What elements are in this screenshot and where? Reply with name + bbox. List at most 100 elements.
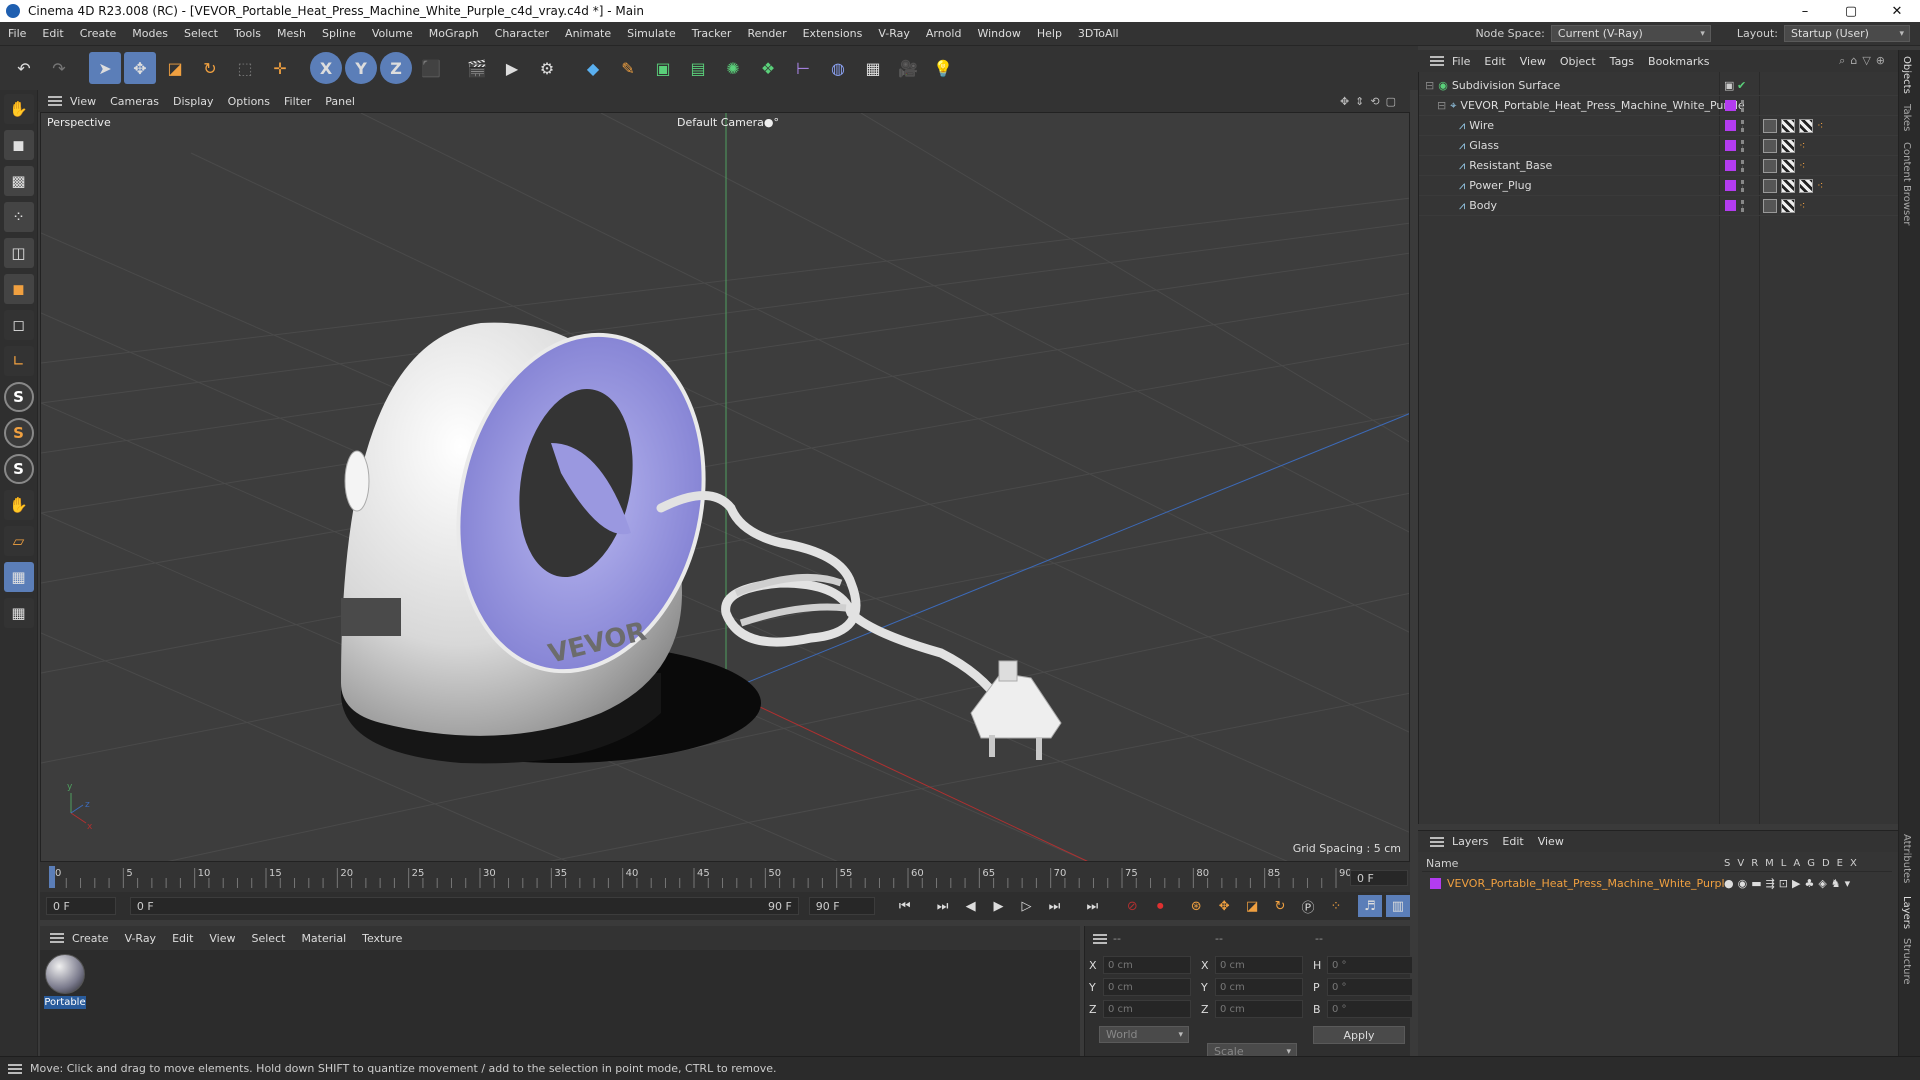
- extrude-generator-icon[interactable]: ▤: [682, 52, 714, 84]
- layer-menu-layers[interactable]: Layers: [1452, 835, 1488, 848]
- next-key-icon[interactable]: ⏭: [1042, 895, 1066, 917]
- autokey-icon[interactable]: ⏺: [1148, 895, 1172, 917]
- object-row-wire[interactable]: ⩘ Wire ⁖: [1419, 116, 1899, 136]
- object-row-glass[interactable]: ⩘ Glass ⁖: [1419, 136, 1899, 156]
- coords-panel-menu-icon[interactable]: [1093, 938, 1107, 940]
- go-to-end-icon[interactable]: ⏭: [1080, 895, 1104, 917]
- tweak-mode-icon[interactable]: ✋: [3, 490, 34, 520]
- material-swatch[interactable]: Portable: [44, 954, 86, 1014]
- vp-menu-panel[interactable]: Panel: [325, 95, 355, 108]
- object-row-body[interactable]: ⩘ Body ⁖: [1419, 196, 1899, 216]
- layer-color-chip[interactable]: [1725, 160, 1736, 171]
- render-settings-icon[interactable]: ⚙: [531, 52, 563, 84]
- uvw-tag-icon[interactable]: ⁖: [1799, 199, 1805, 212]
- checkmark-icon[interactable]: ✔: [1737, 79, 1746, 92]
- size-y-field[interactable]: 0 cm: [1215, 978, 1303, 996]
- object-row-power-plug[interactable]: ⩘ Power_Plug ⁖: [1419, 176, 1899, 196]
- material-panel-menu-icon[interactable]: [50, 937, 64, 939]
- previous-key-icon[interactable]: ⏭: [931, 895, 955, 917]
- motion-system-icon[interactable]: ♬: [1357, 895, 1382, 917]
- visibility-dots-icon[interactable]: [1741, 119, 1745, 132]
- layer-color-chip[interactable]: [1430, 877, 1441, 889]
- mat-menu-select[interactable]: Select: [252, 932, 286, 945]
- rot-b-field[interactable]: 0 °: [1327, 1000, 1413, 1018]
- menu-character[interactable]: Character: [487, 27, 557, 40]
- scale-tool-icon[interactable]: ◪: [159, 52, 191, 84]
- rot-h-field[interactable]: 0 °: [1327, 956, 1413, 974]
- layer-menu-view[interactable]: View: [1538, 835, 1564, 848]
- key-rotation-icon[interactable]: ↻: [1268, 895, 1292, 917]
- mat-menu-vray[interactable]: V-Ray: [125, 932, 157, 945]
- menu-render[interactable]: Render: [739, 27, 794, 40]
- cloner-icon[interactable]: ✺: [717, 52, 749, 84]
- obj-menu-edit[interactable]: Edit: [1484, 55, 1505, 68]
- menu-3dtoall[interactable]: 3DToAll: [1070, 27, 1127, 40]
- uvw-tag-icon[interactable]: ⁖: [1817, 119, 1823, 132]
- timeline-current-frame-field[interactable]: 0 F: [1350, 870, 1408, 886]
- viewport-camera-label[interactable]: Default Camera●°: [677, 116, 779, 129]
- tab-takes[interactable]: Takes: [1901, 104, 1912, 131]
- grid-snap-icon[interactable]: ▦: [3, 562, 34, 592]
- pos-z-field[interactable]: 0 cm: [1103, 1000, 1191, 1018]
- workplane-icon[interactable]: ▱: [3, 526, 34, 556]
- next-frame-icon[interactable]: ▷: [1015, 895, 1039, 917]
- menu-vray[interactable]: V-Ray: [870, 27, 918, 40]
- visibility-dots-icon[interactable]: [1741, 179, 1745, 192]
- menu-mesh[interactable]: Mesh: [269, 27, 314, 40]
- undo-icon[interactable]: ↶: [8, 52, 40, 84]
- menu-arnold[interactable]: Arnold: [918, 27, 970, 40]
- menu-animate[interactable]: Animate: [557, 27, 619, 40]
- flag-deformers[interactable]: D: [1822, 858, 1830, 869]
- menu-extensions[interactable]: Extensions: [795, 27, 871, 40]
- keyframe-selection-icon[interactable]: ⊛: [1184, 895, 1208, 917]
- playhead-marker[interactable]: [49, 866, 55, 888]
- viewport-nav-icons[interactable]: ✥⇕⟲▢: [1340, 95, 1402, 108]
- menu-window[interactable]: Window: [969, 27, 1028, 40]
- x-axis-lock-icon[interactable]: X: [310, 52, 342, 84]
- mograph-fracture-icon[interactable]: ❖: [752, 52, 784, 84]
- y-axis-lock-icon[interactable]: Y: [345, 52, 377, 84]
- visibility-dots-icon[interactable]: [1741, 159, 1745, 172]
- obj-menu-tags[interactable]: Tags: [1610, 55, 1634, 68]
- play-icon[interactable]: ▶: [987, 895, 1011, 917]
- layer-color-chip[interactable]: [1725, 180, 1736, 191]
- mat-menu-edit[interactable]: Edit: [172, 932, 193, 945]
- min-frame-field[interactable]: 0 F: [46, 897, 116, 915]
- uv-mode-icon[interactable]: ◻: [3, 310, 34, 340]
- flag-view[interactable]: V: [1737, 858, 1744, 869]
- material-tag-icon[interactable]: [1781, 138, 1795, 153]
- tab-attributes[interactable]: Attributes: [1901, 834, 1912, 883]
- layer-color-chip[interactable]: [1725, 100, 1736, 111]
- uvw-tag-icon[interactable]: ⁖: [1799, 159, 1805, 172]
- render-view-icon[interactable]: 🎬: [461, 52, 493, 84]
- rot-p-field[interactable]: 0 °: [1327, 978, 1413, 996]
- go-to-start-icon[interactable]: ⏮: [893, 895, 917, 917]
- vp-menu-filter[interactable]: Filter: [284, 95, 311, 108]
- vp-menu-view[interactable]: View: [70, 95, 96, 108]
- 3d-viewport[interactable]: VEVOR y x z Perspective Default Camera●°…: [40, 112, 1410, 862]
- mat-menu-material[interactable]: Material: [301, 932, 346, 945]
- minimize-button[interactable]: –: [1782, 0, 1828, 22]
- snap-icon[interactable]: S: [3, 382, 34, 412]
- menu-volume[interactable]: Volume: [364, 27, 421, 40]
- mat-menu-texture[interactable]: Texture: [362, 932, 402, 945]
- vp-menu-cameras[interactable]: Cameras: [110, 95, 159, 108]
- obj-menu-object[interactable]: Object: [1560, 55, 1596, 68]
- apply-button[interactable]: Apply: [1313, 1026, 1405, 1044]
- camera-object-icon[interactable]: 🎥: [892, 52, 924, 84]
- layer-menu-edit[interactable]: Edit: [1502, 835, 1523, 848]
- visibility-dots-icon[interactable]: [1741, 199, 1745, 212]
- uvw-tag-icon[interactable]: ⁖: [1799, 139, 1805, 152]
- light-object-icon[interactable]: 💡: [927, 52, 959, 84]
- subdivision-surface-icon[interactable]: ▣: [647, 52, 679, 84]
- edge-mode-icon[interactable]: ◫: [3, 238, 34, 268]
- pen-spline-icon[interactable]: ✎: [612, 52, 644, 84]
- flag-generators[interactable]: G: [1807, 858, 1815, 869]
- flag-xref[interactable]: X: [1850, 858, 1857, 869]
- menu-simulate[interactable]: Simulate: [619, 27, 684, 40]
- tab-layers[interactable]: Layers: [1901, 896, 1912, 929]
- vp-menu-options[interactable]: Options: [228, 95, 270, 108]
- texture-mode-icon[interactable]: ▩: [3, 166, 34, 196]
- polygon-mode-icon[interactable]: ◼: [3, 274, 34, 304]
- uvw-tag-icon[interactable]: ⁖: [1817, 179, 1823, 192]
